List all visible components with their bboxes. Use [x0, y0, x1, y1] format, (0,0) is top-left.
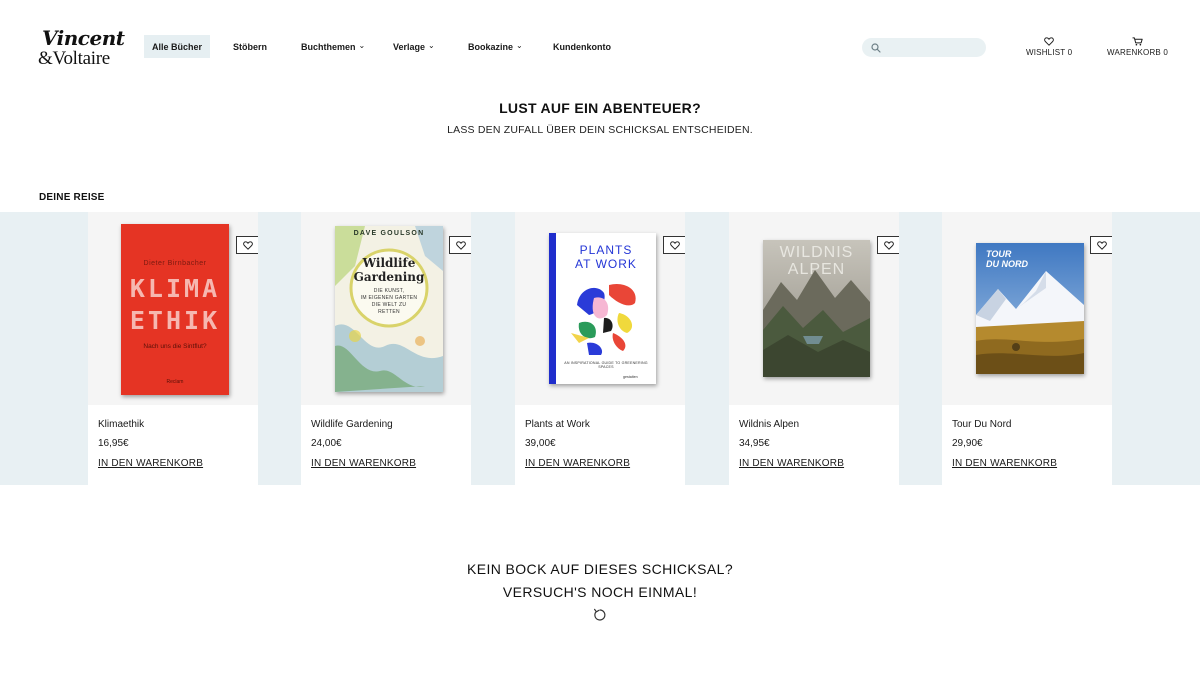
hero-subtitle: LASS DEN ZUFALL ÜBER DEIN SCHICKSAL ENTS… — [447, 124, 753, 136]
product-price: 29,90€ — [952, 438, 983, 449]
nav-item-label: Verlage — [393, 41, 426, 52]
book-cover-wildnis-alpen: WILDNIS ALPEN — [763, 240, 870, 377]
heart-icon — [1096, 240, 1107, 250]
cover-title-line2: Gardening — [353, 270, 425, 284]
product-title[interactable]: Tour Du Nord — [952, 419, 1011, 430]
nav-item-label: Stöbern — [233, 41, 268, 52]
cover-title-line1: TOUR — [986, 249, 1012, 259]
nav-item-bookazine[interactable]: Bookazine ⌄ — [468, 35, 523, 58]
cover-author: Dieter Birnbacher — [143, 260, 207, 267]
nav-item-label: Kundenkonto — [553, 41, 611, 52]
book-cover-klimaethik: Dieter Birnbacher KLIMA ETHIK Nach uns d… — [121, 224, 229, 395]
cover-publisher: Reclam — [166, 379, 184, 385]
book-cover-tour-du-nord: TOUR DU NORD — [976, 243, 1084, 374]
cover-title-line1: WILDNIS — [779, 244, 854, 261]
add-to-cart-link[interactable]: IN DEN WARENKORB — [525, 458, 630, 469]
search-input[interactable] — [885, 39, 981, 56]
wishlist-toggle-button[interactable] — [449, 236, 471, 254]
search-icon — [871, 42, 881, 53]
heart-icon — [242, 240, 253, 250]
cover-title-line2: DU NORD — [986, 259, 1028, 269]
nav-item-label: Buchthemen — [301, 41, 356, 52]
chevron-down-icon: ⌄ — [358, 41, 366, 50]
hero-title: LUST AUF EIN ABENTEUER? — [499, 100, 701, 116]
chevron-down-icon: ⌄ — [428, 41, 435, 50]
nav-item-label: Bookazine — [468, 41, 514, 52]
cart-link[interactable]: WARENKORB 0 — [1107, 37, 1168, 57]
site-header: Vincent &Voltaire Alle Bücher Stöbern Bu… — [0, 0, 1200, 95]
brand-logo-line2: &Voltaire — [38, 48, 110, 69]
add-to-cart-link[interactable]: IN DEN WARENKORB — [952, 458, 1057, 469]
product-card[interactable]: PLANTS AT WORK AN INSPIRATIONAL GUIDE TO… — [515, 212, 685, 485]
product-image[interactable]: TOUR DU NORD — [942, 212, 1112, 405]
wishlist-toggle-button[interactable] — [663, 236, 685, 254]
heart-icon — [669, 240, 680, 250]
heart-icon — [455, 240, 466, 250]
section-title: DEINE REISE — [39, 192, 105, 203]
product-card[interactable]: Dieter Birnbacher KLIMA ETHIK Nach uns d… — [88, 212, 258, 485]
product-image[interactable]: WILDNIS ALPEN — [729, 212, 899, 405]
cover-publisher: gestalten — [623, 375, 638, 379]
cover-tagline-4: RETTEN — [378, 309, 400, 315]
search-bar[interactable] — [862, 38, 986, 57]
add-to-cart-link[interactable]: IN DEN WARENKORB — [739, 458, 844, 469]
retry-prompt-line2: VERSUCH'S NOCH EINMAL! — [502, 584, 698, 600]
product-image[interactable]: Dieter Birnbacher KLIMA ETHIK Nach uns d… — [88, 212, 258, 405]
book-cover-plants-at-work: PLANTS AT WORK AN INSPIRATIONAL GUIDE TO… — [549, 233, 656, 384]
chevron-down-icon: ⌄ — [516, 41, 523, 50]
nav-item-verlage[interactable]: Verlage ⌄ — [393, 35, 435, 58]
cover-title-line2: ETHIK — [129, 306, 221, 335]
cart-icon — [1132, 37, 1143, 46]
product-card[interactable]: WILDNIS ALPEN Wildnis Alpen 34,95€ IN DE… — [729, 212, 899, 485]
heart-icon — [1044, 37, 1054, 46]
product-card[interactable]: TOUR DU NORD Tour Du Nord 29,90€ IN DEN … — [942, 212, 1112, 485]
add-to-cart-link[interactable]: IN DEN WARENKORB — [98, 458, 203, 469]
product-price: 39,00€ — [525, 438, 556, 449]
cover-title-line2: ALPEN — [787, 261, 846, 278]
nav-item-label: Alle Bücher — [152, 41, 203, 52]
brand-logo-line1: Vincent — [42, 26, 125, 50]
add-to-cart-link[interactable]: IN DEN WARENKORB — [311, 458, 416, 469]
nav-item-kundenkonto[interactable]: Kundenkonto — [553, 35, 611, 58]
cover-tagline-1: DIE KUNST, — [373, 288, 405, 294]
cover-tagline: AN INSPIRATIONAL GUIDE TO GREENERING SPA… — [564, 361, 648, 369]
brand-logo[interactable]: Vincent &Voltaire — [38, 26, 125, 72]
book-cover-wildlife-gardening: DAVE GOULSON Wildlife Gardening DIE KUNS… — [335, 226, 443, 392]
product-price: 16,95€ — [98, 438, 129, 449]
product-title[interactable]: Plants at Work — [525, 419, 590, 430]
refresh-icon[interactable] — [592, 607, 608, 623]
nav-item-alle-buecher[interactable]: Alle Bücher — [144, 35, 211, 58]
cover-tagline-3: DIE WELT ZU — [371, 302, 407, 308]
cover-tagline-2: IM EIGENEN GARTEN — [360, 295, 418, 301]
product-price: 24,00€ — [311, 438, 342, 449]
product-title[interactable]: Wildnis Alpen — [739, 419, 799, 430]
product-image[interactable]: PLANTS AT WORK AN INSPIRATIONAL GUIDE TO… — [515, 212, 685, 405]
wishlist-link[interactable]: WISHLIST 0 — [1026, 37, 1072, 57]
nav-item-buchthemen[interactable]: Buchthemen ⌄ — [301, 35, 365, 58]
wishlist-toggle-button[interactable] — [877, 236, 899, 254]
wishlist-toggle-button[interactable] — [1090, 236, 1112, 254]
wishlist-toggle-button[interactable] — [236, 236, 258, 254]
cover-tagline: Nach uns die Sintflut? — [143, 343, 207, 350]
product-image[interactable]: DAVE GOULSON Wildlife Gardening DIE KUNS… — [301, 212, 471, 405]
cover-title-line1: KLIMA — [129, 274, 221, 303]
heart-icon — [883, 240, 894, 250]
retry-prompt-line1: KEIN BOCK AUF DIESES SCHICKSAL? — [466, 561, 734, 577]
cover-author: DAVE GOULSON — [353, 230, 425, 237]
cover-title-line1: Wildlife — [362, 256, 416, 270]
product-title[interactable]: Wildlife Gardening — [311, 419, 393, 430]
nav-item-stoebern[interactable]: Stöbern — [233, 35, 267, 58]
product-card[interactable]: DAVE GOULSON Wildlife Gardening DIE KUNS… — [301, 212, 471, 485]
cart-label: WARENKORB 0 — [1107, 48, 1169, 57]
product-price: 34,95€ — [739, 438, 770, 449]
product-title[interactable]: Klimaethik — [98, 419, 144, 430]
wishlist-label: WISHLIST 0 — [1026, 48, 1073, 57]
